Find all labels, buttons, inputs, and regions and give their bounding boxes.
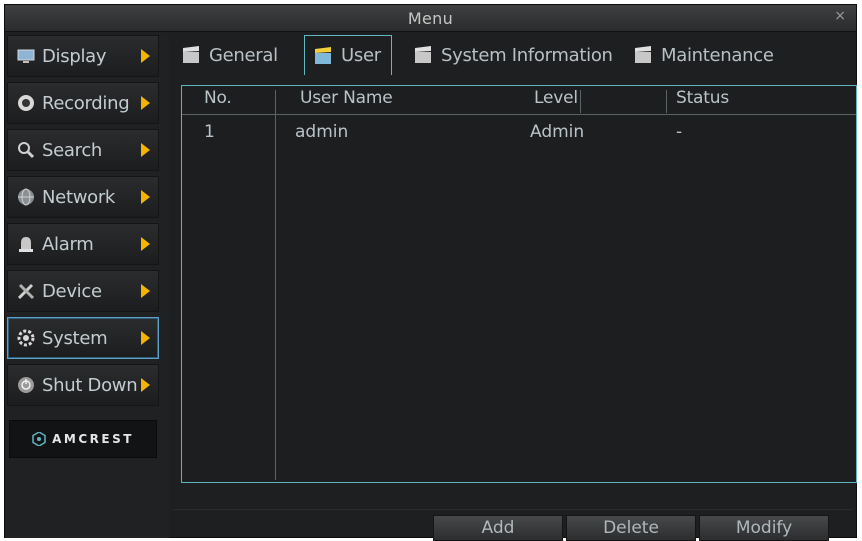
- tab-maintenance[interactable]: Maintenance: [625, 37, 784, 73]
- column-header-status: Status: [676, 88, 729, 108]
- modify-button[interactable]: Modify: [699, 515, 829, 541]
- monitor-icon: [16, 48, 36, 64]
- column-header-level: Level: [534, 88, 578, 108]
- tools-icon: [16, 283, 36, 300]
- sidebar-item-device[interactable]: Device: [7, 270, 159, 312]
- sidebar-item-alarm[interactable]: Alarm: [7, 223, 159, 265]
- user-table: No. User Name Level Status 1 admin Admin…: [181, 85, 857, 483]
- sidebar-item-system[interactable]: System: [7, 317, 159, 359]
- column-divider: [666, 90, 667, 113]
- window-title: Menu: [407, 8, 454, 28]
- menu-window: Menu × Display Recording Search Network …: [4, 4, 857, 541]
- column-divider: [580, 90, 581, 113]
- chevron-right-icon: [141, 49, 150, 63]
- sidebar-item-label: Recording: [42, 92, 130, 114]
- record-icon: [16, 95, 36, 111]
- title-bar: Menu ×: [5, 5, 856, 32]
- sidebar-item-recording[interactable]: Recording: [7, 82, 159, 124]
- tab-bar: General User System Information Maintena…: [173, 35, 853, 75]
- tab-label: General: [209, 44, 278, 66]
- column-header-user-name: User Name: [300, 88, 393, 108]
- column-header-no: No.: [204, 88, 232, 108]
- bottom-divider: [173, 509, 853, 510]
- chevron-right-icon: [141, 96, 150, 110]
- sidebar-item-label: Display: [42, 45, 107, 67]
- gear-icon: [16, 329, 36, 347]
- alarm-bell-icon: [16, 236, 36, 252]
- cell-user-name: admin: [295, 122, 349, 142]
- delete-button[interactable]: Delete: [566, 515, 696, 541]
- sidebar-item-label: Shut Down: [42, 374, 138, 396]
- sidebar-item-display[interactable]: Display: [7, 35, 159, 77]
- clapper-icon: [415, 46, 431, 63]
- sidebar-item-search[interactable]: Search: [7, 129, 159, 171]
- close-icon[interactable]: ×: [834, 8, 846, 24]
- clapper-icon: [635, 46, 651, 63]
- header-divider: [182, 114, 856, 115]
- sidebar-item-label: System: [42, 327, 108, 349]
- search-icon: [16, 142, 36, 159]
- tab-user[interactable]: User: [304, 35, 392, 75]
- add-button[interactable]: Add: [433, 515, 563, 541]
- network-globe-icon: [16, 188, 36, 206]
- chevron-right-icon: [141, 331, 150, 345]
- sidebar-item-label: Network: [42, 186, 116, 208]
- cell-status: -: [676, 122, 683, 142]
- chevron-right-icon: [141, 284, 150, 298]
- logo-text: AMCREST: [52, 432, 134, 446]
- sidebar-item-label: Device: [42, 280, 102, 302]
- chevron-right-icon: [141, 143, 150, 157]
- sidebar-item-label: Alarm: [42, 233, 94, 255]
- cell-no: 1: [204, 122, 215, 142]
- chevron-right-icon: [141, 190, 150, 204]
- power-icon: [16, 377, 36, 393]
- tab-label: User: [341, 45, 381, 66]
- tab-label: System Information: [441, 44, 613, 66]
- sidebar-item-label: Search: [42, 139, 103, 161]
- brand-logo: AMCREST: [9, 420, 157, 458]
- clapper-icon: [315, 46, 331, 64]
- tab-system-information[interactable]: System Information: [405, 37, 623, 73]
- sidebar-item-network[interactable]: Network: [7, 176, 159, 218]
- clapper-icon: [183, 46, 199, 63]
- sidebar-item-shutdown[interactable]: Shut Down: [7, 364, 159, 406]
- tab-label: Maintenance: [661, 44, 774, 66]
- cell-level: Admin: [530, 122, 585, 142]
- tab-general[interactable]: General: [173, 37, 288, 73]
- sidebar: Display Recording Search Network Alarm D…: [5, 35, 169, 538]
- column-divider: [275, 90, 276, 480]
- chevron-right-icon: [141, 378, 150, 392]
- amcrest-logo-icon: [32, 432, 46, 446]
- chevron-right-icon: [141, 237, 150, 251]
